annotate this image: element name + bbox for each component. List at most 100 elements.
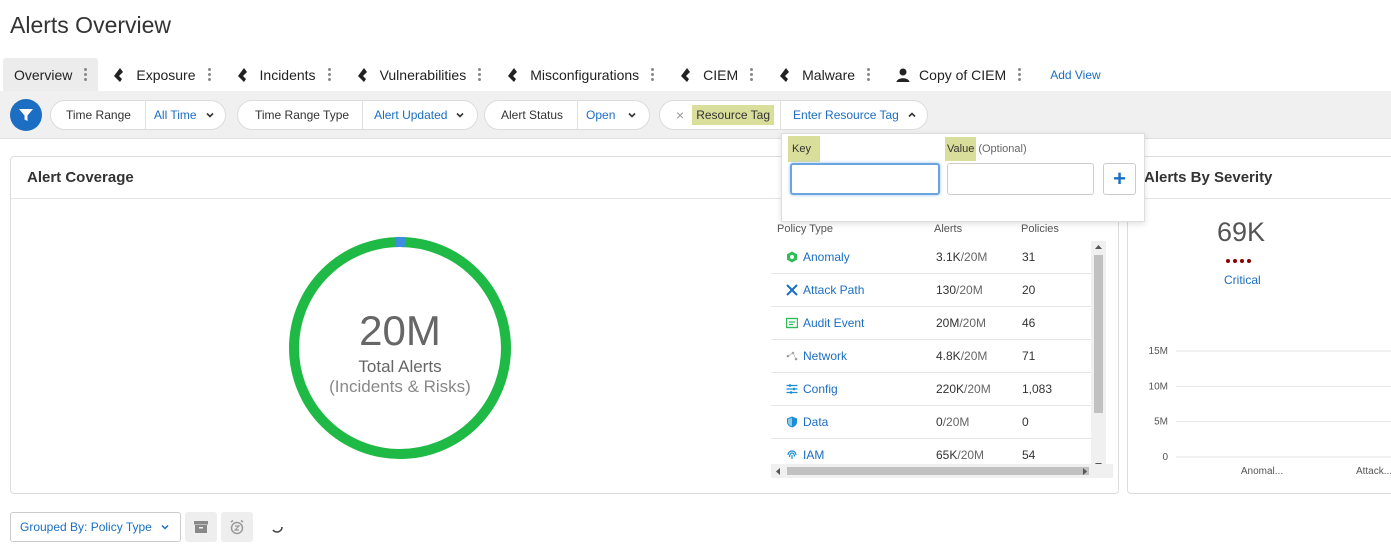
policy-type-link[interactable]: Config <box>803 382 838 396</box>
filter-label: Time Range Type <box>238 101 364 129</box>
total-alerts-value: 20M <box>359 307 441 354</box>
scrollbar-thumb[interactable] <box>787 467 1089 475</box>
scroll-right-icon[interactable] <box>1081 467 1089 476</box>
tab-copy-of-ciem[interactable]: Copy of CIEM <box>881 58 1032 91</box>
col-policies[interactable]: Policies <box>1021 223 1081 235</box>
alerts-denominator: /20M <box>956 283 983 297</box>
filter-label: Resource Tag <box>692 105 775 125</box>
filter-button[interactable] <box>10 99 42 131</box>
alerts-by-severity-card: Alerts By Severity 69K Critical 15M 10M 5M… <box>1127 156 1391 494</box>
donut-label: 20M Total Alerts (Incidents & Risks) <box>287 235 513 461</box>
scroll-left-icon[interactable] <box>774 467 782 476</box>
kebab-menu-icon[interactable] <box>1018 68 1022 81</box>
alert-status-value[interactable]: Open <box>578 108 649 122</box>
value-optional-hint: (Optional) <box>978 143 1027 155</box>
kebab-menu-icon[interactable] <box>327 68 332 81</box>
col-policy-type[interactable]: Policy Type <box>761 223 921 235</box>
y-tick-label: 10M <box>1149 381 1168 392</box>
col-alerts[interactable]: Alerts <box>921 223 1021 235</box>
user-icon <box>896 68 910 82</box>
network-icon <box>786 351 798 361</box>
archive-button[interactable] <box>184 512 217 542</box>
total-alerts-sublabel: (Incidents & Risks) <box>329 377 471 396</box>
policy-type-table: Policy Type Alerts Policies Anomaly 3.1K… <box>761 217 1113 494</box>
filter-bar: Time Range All Time Time Range Type Aler… <box>0 91 1391 139</box>
data-shield-icon <box>787 416 797 428</box>
horizontal-scrollbar[interactable] <box>771 464 1113 478</box>
prisma-icon <box>780 67 790 82</box>
critical-count: 69K <box>1217 217 1266 247</box>
alert-status-filter[interactable]: Alert Status Open <box>484 100 651 130</box>
chevron-down-icon <box>206 112 214 118</box>
vertical-scrollbar[interactable] <box>1091 241 1106 471</box>
policy-type-link[interactable]: Attack Path <box>803 283 864 297</box>
kebab-menu-icon[interactable] <box>84 68 88 81</box>
policies-count: 71 <box>1022 349 1036 363</box>
tab-overview[interactable]: Overview <box>3 58 99 91</box>
kebab-menu-icon[interactable] <box>207 68 212 81</box>
tab-malware[interactable]: Malware <box>764 58 881 91</box>
attack-path-icon <box>786 284 798 296</box>
tab-vulnerabilities[interactable]: Vulnerabilities <box>342 58 493 91</box>
resource-tag-dropdown[interactable]: Enter Resource Tag <box>780 101 927 129</box>
prisma-icon <box>114 67 124 82</box>
prisma-icon <box>237 67 247 82</box>
severity-bar-chart: 15M 10M 5M 0 Anomal... Attack... <box>1149 346 1391 477</box>
alerts-count: 65K <box>936 448 958 462</box>
anomaly-icon <box>787 251 797 263</box>
time-range-filter[interactable]: Time Range All Time <box>50 100 226 130</box>
tab-exposure[interactable]: Exposure <box>98 58 221 91</box>
policies-count: 0 <box>1022 415 1029 429</box>
kebab-menu-icon[interactable] <box>867 68 871 81</box>
filter-value: Open <box>586 108 616 122</box>
table-row: Anomaly 3.1K/20M 31 <box>771 241 1094 274</box>
policy-type-link[interactable]: Data <box>803 415 828 429</box>
alerts-count: 130 <box>936 283 957 297</box>
snooze-button[interactable] <box>220 512 253 542</box>
table-row: Config 220K/20M 1,083 <box>771 373 1094 406</box>
y-tick-label: 5M <box>1154 417 1168 428</box>
alerts-count: 20M <box>936 316 960 330</box>
remove-filter-icon[interactable]: × <box>676 107 684 123</box>
policies-count: 46 <box>1022 316 1036 330</box>
policy-type-link[interactable]: IAM <box>803 448 824 462</box>
kebab-menu-icon[interactable] <box>750 68 754 81</box>
kebab-menu-icon[interactable] <box>478 68 482 81</box>
kebab-menu-icon[interactable] <box>651 68 655 81</box>
add-view-link[interactable]: Add View <box>1032 58 1100 91</box>
total-alerts-label: Total Alerts <box>358 357 442 376</box>
time-range-type-filter[interactable]: Time Range Type Alert Updated <box>237 100 479 130</box>
filter-label: Alert Status <box>485 101 579 129</box>
value-label-group: Value (Optional) <box>945 136 1027 162</box>
view-tabs: Overview Exposure Incidents Vulnerabilit… <box>0 58 1391 91</box>
policy-type-link[interactable]: Anomaly <box>803 250 850 264</box>
time-range-value[interactable]: All Time <box>146 108 225 122</box>
critical-link[interactable]: Critical <box>1224 273 1261 287</box>
policy-type-link[interactable]: Network <box>803 349 847 363</box>
grouped-by-dropdown[interactable]: Grouped By: Policy Type <box>10 512 181 542</box>
tab-label: CIEM <box>703 66 739 83</box>
scrollbar-thumb[interactable] <box>1094 255 1103 413</box>
tag-key-input[interactable] <box>790 163 940 195</box>
chevron-down-icon <box>456 112 465 118</box>
resource-tag-filter[interactable]: × Resource Tag Enter Resource Tag <box>659 100 928 130</box>
y-tick-label: 0 <box>1162 452 1168 463</box>
policy-type-link[interactable]: Audit Event <box>803 316 864 330</box>
bottom-toolbar: Grouped By: Policy Type <box>10 512 283 542</box>
tab-label: Copy of CIEM <box>919 66 1007 83</box>
filter-value: All Time <box>153 108 197 122</box>
alerts-denominator: /20M <box>957 448 985 462</box>
time-range-type-value[interactable]: Alert Updated <box>363 108 477 122</box>
scroll-up-icon[interactable] <box>1094 243 1103 251</box>
y-tick-label: 15M <box>1149 346 1168 357</box>
fingerprint-icon <box>787 450 797 459</box>
chevron-down-icon <box>161 524 169 530</box>
tag-value-input[interactable] <box>947 163 1094 195</box>
tab-ciem[interactable]: CIEM <box>665 58 764 91</box>
config-icon <box>786 384 798 394</box>
plus-icon: + <box>1113 166 1126 191</box>
tab-incidents[interactable]: Incidents <box>222 58 342 91</box>
add-tag-button[interactable]: + <box>1103 163 1136 195</box>
card-title: Alerts By Severity <box>1128 157 1391 199</box>
tab-misconfigurations[interactable]: Misconfigurations <box>492 58 665 91</box>
